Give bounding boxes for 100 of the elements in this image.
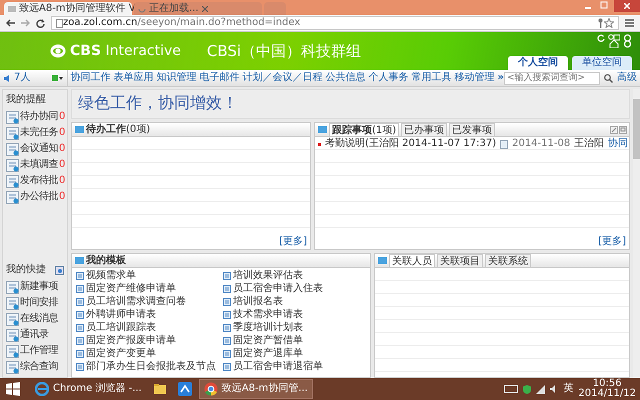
form-icon xyxy=(223,324,231,332)
sidebar-item[interactable]: 在线消息 xyxy=(6,311,64,327)
form-icon xyxy=(76,298,84,306)
close-button[interactable] xyxy=(614,0,640,12)
scrollbar[interactable] xyxy=(633,89,640,378)
browser-tab[interactable]: 正在加载... xyxy=(134,2,262,15)
menu-link[interactable]: 知识管理 xyxy=(156,72,197,84)
menu-link[interactable]: 移动管理 xyxy=(454,72,495,84)
taskbar-button[interactable]: Chrome 浏览器 -... xyxy=(31,379,146,399)
network-icon[interactable] xyxy=(536,384,546,394)
cloud-app-icon xyxy=(178,382,192,396)
document-icon xyxy=(6,312,19,326)
refresh-icon[interactable] xyxy=(597,34,605,42)
sidebar-item[interactable]: 未完任务0 xyxy=(6,125,64,141)
panel-tab[interactable]: 已办事项 xyxy=(401,123,448,136)
sidebar-item[interactable]: 办公待批0 xyxy=(6,189,64,205)
template-link[interactable]: 固定资产变更单 xyxy=(76,347,219,360)
more-link[interactable]: [更多] xyxy=(595,236,629,249)
panel-title: 我的模板 xyxy=(86,254,126,266)
sidebar-item[interactable]: 会议通知0 xyxy=(6,141,64,157)
keyboard-icon[interactable] xyxy=(504,385,518,393)
template-link[interactable]: 固定资产退库单 xyxy=(223,347,366,360)
search-icon[interactable] xyxy=(604,74,613,82)
sidebar-item[interactable]: 新建事项 xyxy=(6,279,64,295)
bullet-icon xyxy=(318,142,321,146)
sidebar-item[interactable]: 未填调查0 xyxy=(6,157,64,173)
template-link[interactable]: 技术需求申请表 xyxy=(223,308,366,321)
address-bar[interactable]: zoa.zol.com.cn/seeyon/main.do?method=index xyxy=(51,16,619,30)
menu-link[interactable]: 常用工具 xyxy=(412,72,452,84)
template-link[interactable]: 季度培训计划表 xyxy=(223,321,366,334)
clock-date: 2014/11/12 xyxy=(578,389,636,400)
settings-icon[interactable] xyxy=(55,266,64,274)
menu-link[interactable]: 公共信息 xyxy=(326,72,366,84)
sidebar-item[interactable]: 综合查询 xyxy=(6,359,64,375)
forward-arrow-icon[interactable] xyxy=(21,19,30,27)
menu-link[interactable]: 表单应用 xyxy=(114,72,154,84)
template-link[interactable]: 员工宿舍申请入住表 xyxy=(223,282,366,295)
space-tab[interactable]: 个人空间 xyxy=(508,56,568,70)
document-icon xyxy=(6,158,19,172)
template-link[interactable]: 培训效果评估表 xyxy=(223,269,366,282)
panel-tab[interactable]: 关联人员 xyxy=(389,254,435,267)
menu-link[interactable]: 电子邮件 xyxy=(200,72,240,84)
item-sender: 王治阳 xyxy=(574,138,604,150)
sidebar-item[interactable]: 发布待批0 xyxy=(6,173,64,189)
window-icon[interactable] xyxy=(619,126,627,134)
menu-icon[interactable] xyxy=(625,19,634,27)
sidebar-item[interactable]: 工作管理 xyxy=(6,343,64,359)
template-link[interactable]: 固定资产报废申请单 xyxy=(76,334,219,347)
template-link[interactable]: 员工宿舍申请退宿单 xyxy=(223,360,366,373)
template-link[interactable]: 部门承办生日会报批表及节点 xyxy=(76,360,219,373)
panel-tab[interactable]: 关联系统 xyxy=(485,254,531,267)
document-icon xyxy=(6,126,19,140)
back-arrow-icon[interactable] xyxy=(6,19,15,27)
sidebar-item[interactable]: 通讯录 xyxy=(6,327,64,343)
template-link[interactable]: 员工培训跟踪表 xyxy=(76,321,219,334)
shield-icon[interactable] xyxy=(523,384,532,394)
template-link[interactable]: 固定资产暂借单 xyxy=(223,334,366,347)
item-category-link[interactable]: 协同 xyxy=(608,138,628,150)
reload-icon[interactable] xyxy=(36,18,45,28)
windows-start-icon[interactable] xyxy=(6,382,20,396)
menu-link[interactable]: 协同工作 xyxy=(70,72,111,84)
template-link[interactable]: 固定资产维修申请单 xyxy=(76,282,219,295)
document-icon xyxy=(6,344,19,358)
more-link[interactable]: [更多] xyxy=(276,236,310,249)
form-icon xyxy=(76,350,84,358)
edit-icon[interactable] xyxy=(610,126,618,134)
space-tab[interactable]: 单位空间 xyxy=(572,56,632,70)
folder-icon xyxy=(152,382,167,396)
input-language-indicator[interactable]: 英 xyxy=(563,383,574,395)
panel-tab[interactable]: 关联项目 xyxy=(437,254,483,267)
document-icon xyxy=(6,174,19,188)
template-link[interactable]: 员工培训需求调查问卷 xyxy=(76,295,219,308)
search-field[interactable]: <输入搜索词查询> xyxy=(504,72,600,84)
slogan-banner: 绿色工作，协同增效！ xyxy=(71,89,630,119)
item-subject-link[interactable]: 考勤说明(王治阳 2014-11-07 17:37) xyxy=(325,138,496,150)
template-link[interactable]: 视频需求单 xyxy=(76,269,219,282)
form-icon xyxy=(76,284,84,292)
sidebar-item[interactable]: 待办协同0 xyxy=(6,109,64,125)
chrome-logo-icon xyxy=(204,382,218,396)
advanced-search-link[interactable]: 高级 xyxy=(617,72,640,84)
close-icon[interactable] xyxy=(202,6,208,12)
document-icon xyxy=(6,190,19,204)
template-link[interactable]: 培训报名表 xyxy=(223,295,366,308)
restore-icon[interactable] xyxy=(598,0,610,10)
menu-link[interactable]: 计划／会议／日程 xyxy=(242,72,323,84)
menu-link[interactable]: 个人事务 xyxy=(368,72,409,84)
clock-time: 10:56 xyxy=(592,378,623,388)
sidebar-item[interactable]: 时间安排 xyxy=(6,295,64,311)
more-menu-link[interactable]: » xyxy=(498,72,504,84)
panel-tab[interactable]: 跟踪事项(1项) xyxy=(329,123,400,136)
status-dropdown[interactable] xyxy=(52,75,63,81)
online-users-link[interactable]: 7人 xyxy=(4,72,30,84)
panel-tab[interactable]: 已发事项 xyxy=(449,123,496,136)
group-name: CBSi（中国）科技群组 xyxy=(206,42,362,60)
star-icon[interactable] xyxy=(604,18,614,28)
key-icon[interactable] xyxy=(597,18,604,28)
taskbar-button[interactable]: 致远A8-m协同管... xyxy=(198,379,313,399)
form-icon xyxy=(223,298,231,306)
template-link[interactable]: 外聘讲师申请表 xyxy=(76,308,219,321)
section-title: 我的快捷 xyxy=(6,264,46,276)
